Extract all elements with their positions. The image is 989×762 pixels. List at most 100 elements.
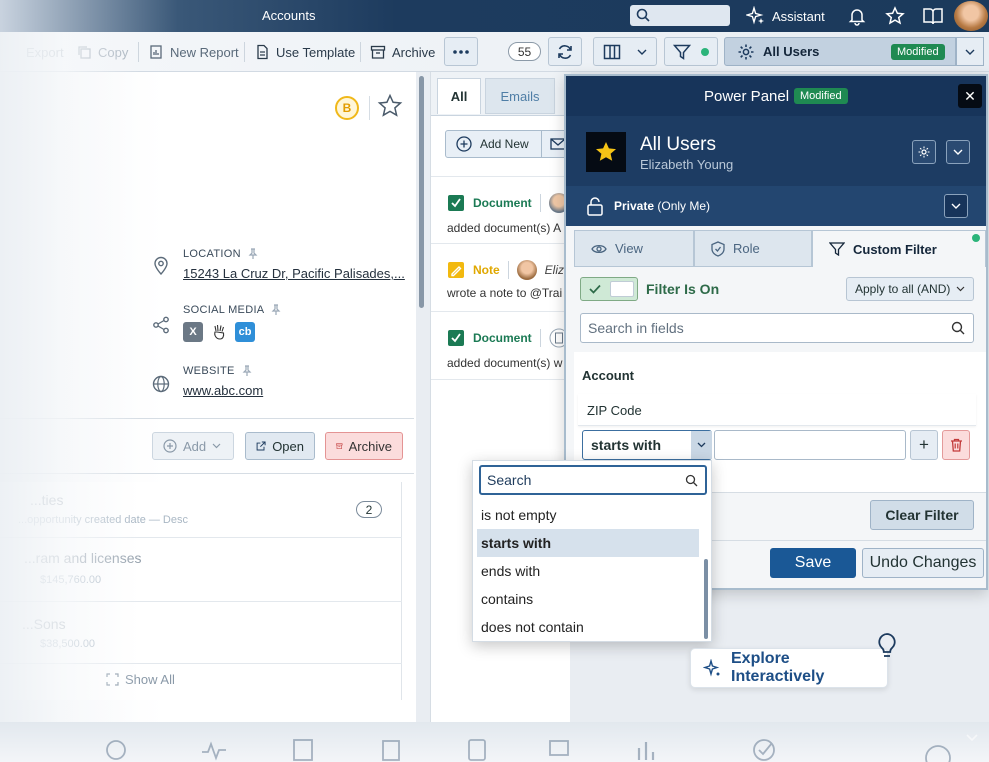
privacy-row[interactable]: Private (Only Me): [566, 186, 986, 226]
refresh-button[interactable]: [548, 37, 582, 66]
chevron-down-icon[interactable]: [966, 734, 978, 742]
left-panel-scrollbar[interactable]: [419, 76, 424, 308]
activity-text: wrote a note to @Trai: [447, 286, 563, 300]
power-panel-title: Power Panel: [704, 88, 790, 105]
related-count-badge: 2: [356, 501, 382, 518]
view-settings-button[interactable]: [912, 140, 936, 164]
plus-circle-icon: [456, 136, 472, 152]
new-report-button[interactable]: New Report: [148, 38, 239, 66]
show-all-link[interactable]: Show All: [106, 672, 175, 687]
filter-value-input[interactable]: [714, 430, 906, 460]
clear-filter-button[interactable]: Clear Filter: [870, 500, 974, 530]
filter-active-dot: [701, 47, 709, 56]
angellist-icon[interactable]: [209, 322, 229, 342]
crunchbase-icon[interactable]: cb: [235, 322, 255, 342]
user-avatar[interactable]: [954, 1, 988, 31]
favorites-button[interactable]: [883, 4, 907, 28]
activity-type: Document: [473, 331, 532, 345]
add-related-button[interactable]: Add: [152, 432, 234, 460]
related-item-value: $38,500.00: [40, 638, 96, 650]
filter-toggle[interactable]: [580, 277, 638, 301]
tasks-icon[interactable]: [752, 738, 776, 762]
tab-custom-filter[interactable]: Custom Filter: [812, 230, 986, 267]
activity-item[interactable]: Document added document(s) w: [431, 312, 571, 380]
more-icon[interactable]: [924, 742, 952, 762]
operator-option[interactable]: does not contain: [477, 613, 699, 641]
tab-emails[interactable]: Emails: [485, 78, 555, 114]
tab-view[interactable]: View: [574, 230, 694, 267]
save-button[interactable]: Save: [770, 548, 856, 578]
archive-button[interactable]: Archive: [370, 38, 435, 66]
chat-icon[interactable]: [548, 738, 572, 762]
tab-role-label: Role: [733, 241, 760, 256]
copy-button[interactable]: Copy: [76, 38, 128, 66]
related-section-header: ...ties ...opportunity created date — De…: [0, 482, 402, 538]
copy-icon: [78, 46, 91, 59]
list-item[interactable]: ...ram and licenses $145,760.00: [0, 538, 402, 602]
privacy-dropdown-toggle[interactable]: [944, 194, 968, 218]
operator-dropdown-toggle[interactable]: [691, 431, 712, 459]
operator-select[interactable]: starts with: [582, 430, 712, 460]
add-condition-button[interactable]: +: [910, 430, 938, 460]
view-title: All Users: [640, 134, 717, 155]
operator-option[interactable]: ends with: [477, 557, 699, 585]
global-search-input[interactable]: [630, 5, 730, 26]
related-opportunities-card: ...ties ...opportunity created date — De…: [0, 482, 402, 700]
website-link[interactable]: www.abc.com: [183, 383, 263, 398]
dropdown-scrollbar[interactable]: [704, 559, 708, 639]
filter-active-dot: [972, 234, 980, 242]
undo-changes-button[interactable]: Undo Changes: [862, 548, 984, 578]
assistant-button[interactable]: Assistant: [746, 5, 825, 27]
toolbar-divider: [244, 42, 245, 62]
view-owner: Elizabeth Young: [640, 157, 734, 172]
view-options-toggle[interactable]: [946, 140, 970, 164]
list-item[interactable]: ...Sons $38,500.00: [0, 602, 402, 664]
open-record-button[interactable]: Open: [245, 432, 315, 460]
lightbulb-icon: [878, 633, 896, 657]
activity-item[interactable]: Document added document(s) A: [431, 176, 571, 244]
explore-interactively-button[interactable]: Explore Interactively: [690, 648, 888, 688]
more-actions-button[interactable]: [444, 37, 478, 66]
reports-icon[interactable]: [634, 738, 658, 762]
activity-icon[interactable]: [200, 738, 228, 762]
delete-condition-button[interactable]: [942, 430, 970, 460]
use-template-button[interactable]: Use Template: [254, 38, 355, 66]
field-search-input[interactable]: Search in fields: [580, 313, 974, 343]
chevron-down-icon: [212, 443, 221, 449]
location-value[interactable]: 15243 La Cruz Dr, Pacific Palisades,...: [183, 266, 405, 281]
tab-all[interactable]: All: [437, 78, 481, 114]
invoice-icon[interactable]: [292, 738, 314, 762]
filter-status-label: Filter Is On: [646, 281, 720, 297]
favorite-star-icon[interactable]: [377, 93, 403, 119]
view-dropdown-toggle[interactable]: [956, 37, 984, 66]
pin-icon[interactable]: [270, 304, 282, 316]
operator-option[interactable]: contains: [477, 585, 699, 613]
dashboard-icon[interactable]: [104, 738, 128, 762]
clipboard-icon[interactable]: [380, 738, 402, 762]
activity-item[interactable]: Note Eliz wrote a note to @Trai: [431, 244, 571, 312]
close-panel-button[interactable]: ✕: [958, 84, 982, 108]
operator-option-selected[interactable]: starts with: [477, 529, 699, 557]
help-book-button[interactable]: [921, 4, 945, 28]
layout-selector-button[interactable]: [593, 37, 657, 66]
add-new-activity-button[interactable]: Add New: [445, 130, 575, 158]
pin-icon[interactable]: [247, 248, 259, 260]
toolbar-divider: [360, 42, 361, 62]
apply-mode-value: Apply to all (AND): [855, 282, 951, 296]
receipt-icon[interactable]: [466, 738, 488, 762]
export-button[interactable]: Export: [26, 38, 64, 66]
archive-record-button[interactable]: Archive: [325, 432, 403, 460]
view-selector[interactable]: All Users Modified: [724, 37, 956, 66]
operator-option[interactable]: is not empty: [477, 501, 699, 529]
explore-label: Explore Interactively: [731, 650, 825, 685]
apply-mode-select[interactable]: Apply to all (AND): [846, 277, 974, 301]
x-twitter-icon[interactable]: X: [183, 322, 203, 342]
new-report-label: New Report: [170, 44, 239, 60]
divider: [369, 96, 370, 120]
notifications-button[interactable]: [845, 4, 869, 28]
pin-icon[interactable]: [241, 365, 253, 377]
tab-role[interactable]: Role: [694, 230, 812, 267]
operator-dropdown-menu: Search is not empty starts with ends wit…: [472, 460, 712, 642]
filter-button[interactable]: [664, 37, 718, 66]
operator-search-input[interactable]: Search: [479, 465, 707, 495]
